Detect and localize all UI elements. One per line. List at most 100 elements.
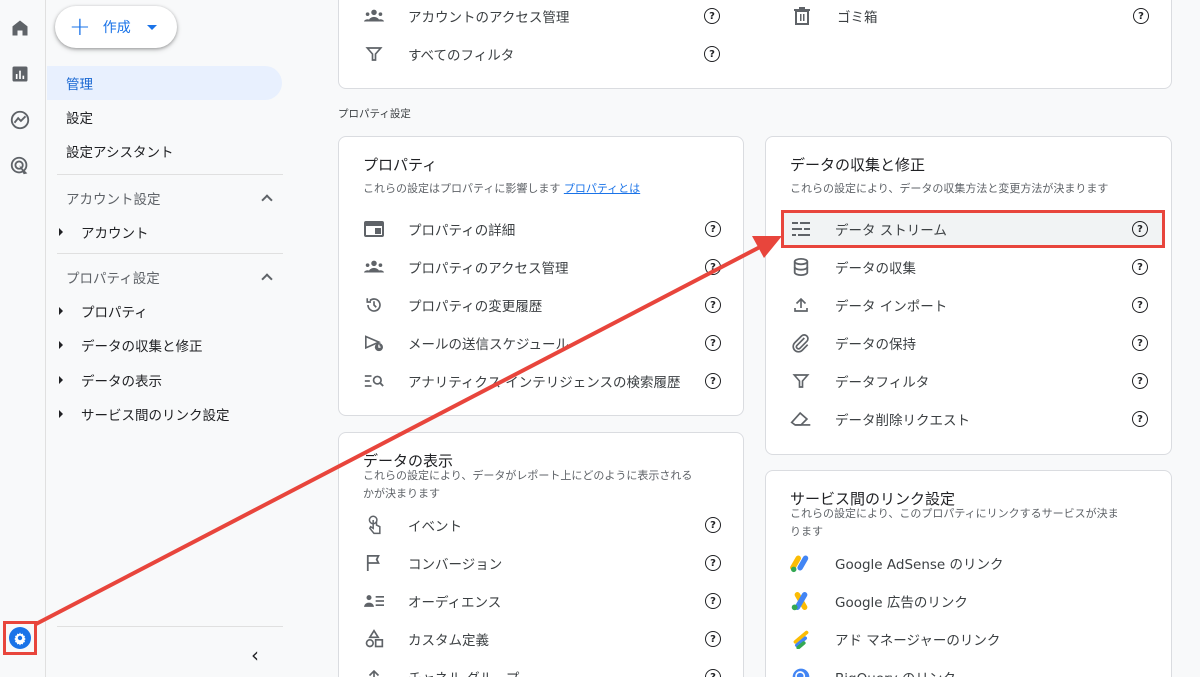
people-icon bbox=[363, 256, 385, 278]
list-item[interactable]: BigQuery のリンク bbox=[766, 658, 1171, 677]
list-item[interactable]: カスタム定義 ? bbox=[339, 620, 743, 658]
list-item-data-streams[interactable]: データ ストリーム ? bbox=[766, 210, 1171, 248]
advertising-icon[interactable] bbox=[8, 154, 32, 178]
list-item[interactable]: プロパティのアクセス管理 ? bbox=[339, 248, 743, 286]
list-item-label: Google AdSense のリンク bbox=[835, 557, 1004, 573]
list-item-label: プロパティの変更履歴 bbox=[408, 299, 543, 315]
help-icon[interactable]: ? bbox=[705, 631, 721, 647]
google-ads-icon bbox=[790, 590, 812, 612]
list-item[interactable]: Google AdSense のリンク bbox=[766, 544, 1171, 582]
divider bbox=[57, 253, 283, 254]
list-item[interactable]: データ インポート ? bbox=[766, 286, 1171, 324]
help-icon[interactable]: ? bbox=[705, 555, 721, 571]
sidebar-item-property[interactable]: プロパティ bbox=[59, 301, 148, 321]
flag-icon bbox=[363, 552, 385, 574]
list-item[interactable]: データフィルタ ? bbox=[766, 362, 1171, 400]
list-item[interactable]: データの収集 ? bbox=[766, 248, 1171, 286]
help-icon[interactable]: ? bbox=[1132, 297, 1148, 313]
list-item-label: オーディエンス bbox=[408, 595, 502, 611]
help-icon[interactable]: ? bbox=[704, 46, 720, 62]
list-item[interactable]: イベント ? bbox=[339, 506, 743, 544]
list-item[interactable]: データ削除リクエスト ? bbox=[766, 400, 1171, 438]
home-icon[interactable] bbox=[8, 16, 32, 40]
expand-arrow-icon bbox=[59, 307, 63, 315]
what-is-property-link[interactable]: プロパティとは bbox=[564, 182, 640, 195]
expand-arrow-icon bbox=[59, 228, 63, 236]
property-settings-heading: プロパティ設定 bbox=[338, 108, 411, 120]
reports-icon[interactable] bbox=[8, 62, 32, 86]
list-item[interactable]: アド マネージャーのリンク bbox=[766, 620, 1171, 658]
help-icon[interactable]: ? bbox=[705, 335, 721, 351]
list-item[interactable]: ゴミ箱 ? bbox=[767, 0, 1173, 35]
list-item-label: データ インポート bbox=[835, 299, 948, 315]
nav-setup-assistant[interactable]: 設定アシスタント bbox=[47, 134, 173, 168]
list-item[interactable]: プロパティの詳細 ? bbox=[339, 210, 743, 248]
property-settings-label: プロパティ設定 bbox=[66, 271, 160, 287]
shapes-icon bbox=[363, 628, 385, 650]
help-icon[interactable]: ? bbox=[705, 221, 721, 237]
help-icon[interactable]: ? bbox=[705, 669, 721, 677]
divider bbox=[57, 626, 283, 627]
nav-settings[interactable]: 設定 bbox=[47, 100, 93, 134]
channel-group-icon bbox=[363, 666, 385, 677]
collapse-sidebar-icon[interactable]: ‹ bbox=[251, 643, 259, 667]
help-icon[interactable]: ? bbox=[704, 8, 720, 24]
sidebar-item-data-display[interactable]: データの表示 bbox=[59, 370, 162, 390]
audience-icon bbox=[363, 590, 385, 612]
help-icon[interactable]: ? bbox=[1132, 335, 1148, 351]
create-label: 作成 bbox=[102, 20, 131, 36]
list-item[interactable]: Google 広告のリンク bbox=[766, 582, 1171, 620]
create-button[interactable]: + 作成 bbox=[55, 6, 177, 48]
adsense-icon bbox=[790, 552, 812, 574]
list-item[interactable]: アナリティクス インテリジェンスの検索履歴 ? bbox=[339, 362, 743, 400]
property-settings-header[interactable]: プロパティ設定 bbox=[66, 267, 273, 287]
list-item[interactable]: プロパティの変更履歴 ? bbox=[339, 286, 743, 324]
expand-arrow-icon bbox=[59, 410, 63, 418]
help-icon[interactable]: ? bbox=[1132, 259, 1148, 275]
list-item[interactable]: オーディエンス ? bbox=[339, 582, 743, 620]
sidebar-item-label: サービス間のリンク設定 bbox=[81, 408, 230, 424]
left-rail bbox=[0, 0, 46, 677]
property-card: プロパティ これらの設定はプロパティに影響します プロパティとは プロパティの詳… bbox=[338, 136, 744, 416]
data-display-card: データの表示 これらの設定により、データがレポート上にどのように表示される かが… bbox=[338, 432, 744, 677]
admin-gear-button[interactable] bbox=[3, 621, 37, 655]
help-icon[interactable]: ? bbox=[1133, 8, 1149, 24]
search-history-icon bbox=[363, 370, 385, 392]
help-icon[interactable]: ? bbox=[705, 517, 721, 533]
explore-icon[interactable] bbox=[8, 108, 32, 132]
list-item[interactable]: コンバージョン ? bbox=[339, 544, 743, 582]
help-icon[interactable]: ? bbox=[1132, 411, 1148, 427]
nav-admin[interactable]: 管理 bbox=[47, 66, 282, 100]
account-settings-header[interactable]: アカウント設定 bbox=[66, 188, 273, 208]
product-links-card: サービス間のリンク設定 これらの設定により、このプロパティにリンクするサービスが… bbox=[765, 470, 1172, 677]
help-icon[interactable]: ? bbox=[705, 373, 721, 389]
people-icon bbox=[363, 5, 385, 27]
help-icon[interactable]: ? bbox=[1132, 221, 1148, 237]
account-settings-label: アカウント設定 bbox=[66, 192, 161, 208]
help-icon[interactable]: ? bbox=[1132, 373, 1148, 389]
list-item-label: コンバージョン bbox=[408, 557, 503, 573]
list-item-label: カスタム定義 bbox=[408, 633, 489, 649]
list-item-label: データ ストリーム bbox=[835, 223, 947, 239]
list-item[interactable]: すべてのフィルタ ? bbox=[339, 35, 1171, 73]
card-desc: これらの設定はプロパティに影響します プロパティとは bbox=[363, 180, 640, 198]
help-icon[interactable]: ? bbox=[705, 259, 721, 275]
card-desc-line: かが決まります bbox=[363, 487, 440, 500]
list-item-label: ゴミ箱 bbox=[837, 10, 878, 26]
data-streams-icon bbox=[790, 218, 812, 240]
help-icon[interactable]: ? bbox=[705, 297, 721, 313]
sidebar-item-label: アカウント bbox=[81, 226, 149, 242]
help-icon[interactable]: ? bbox=[705, 593, 721, 609]
list-item[interactable]: チャネル グループ ? bbox=[339, 658, 743, 677]
list-item-label: データ削除リクエスト bbox=[835, 413, 970, 429]
list-item[interactable]: データの保持 ? bbox=[766, 324, 1171, 362]
sidebar-item-data-collection[interactable]: データの収集と修正 bbox=[59, 335, 203, 355]
sidebar-item-product-links[interactable]: サービス間のリンク設定 bbox=[59, 404, 230, 424]
list-item-label: すべてのフィルタ bbox=[408, 48, 515, 64]
list-item-label: プロパティの詳細 bbox=[408, 223, 516, 239]
list-item-label: BigQuery のリンク bbox=[835, 667, 956, 677]
list-item[interactable]: メールの送信スケジュール ? bbox=[339, 324, 743, 362]
card-desc-line: これらの設定により、データがレポート上にどのように表示される bbox=[363, 469, 693, 482]
history-icon bbox=[363, 294, 385, 316]
sidebar-item-account[interactable]: アカウント bbox=[59, 222, 149, 242]
